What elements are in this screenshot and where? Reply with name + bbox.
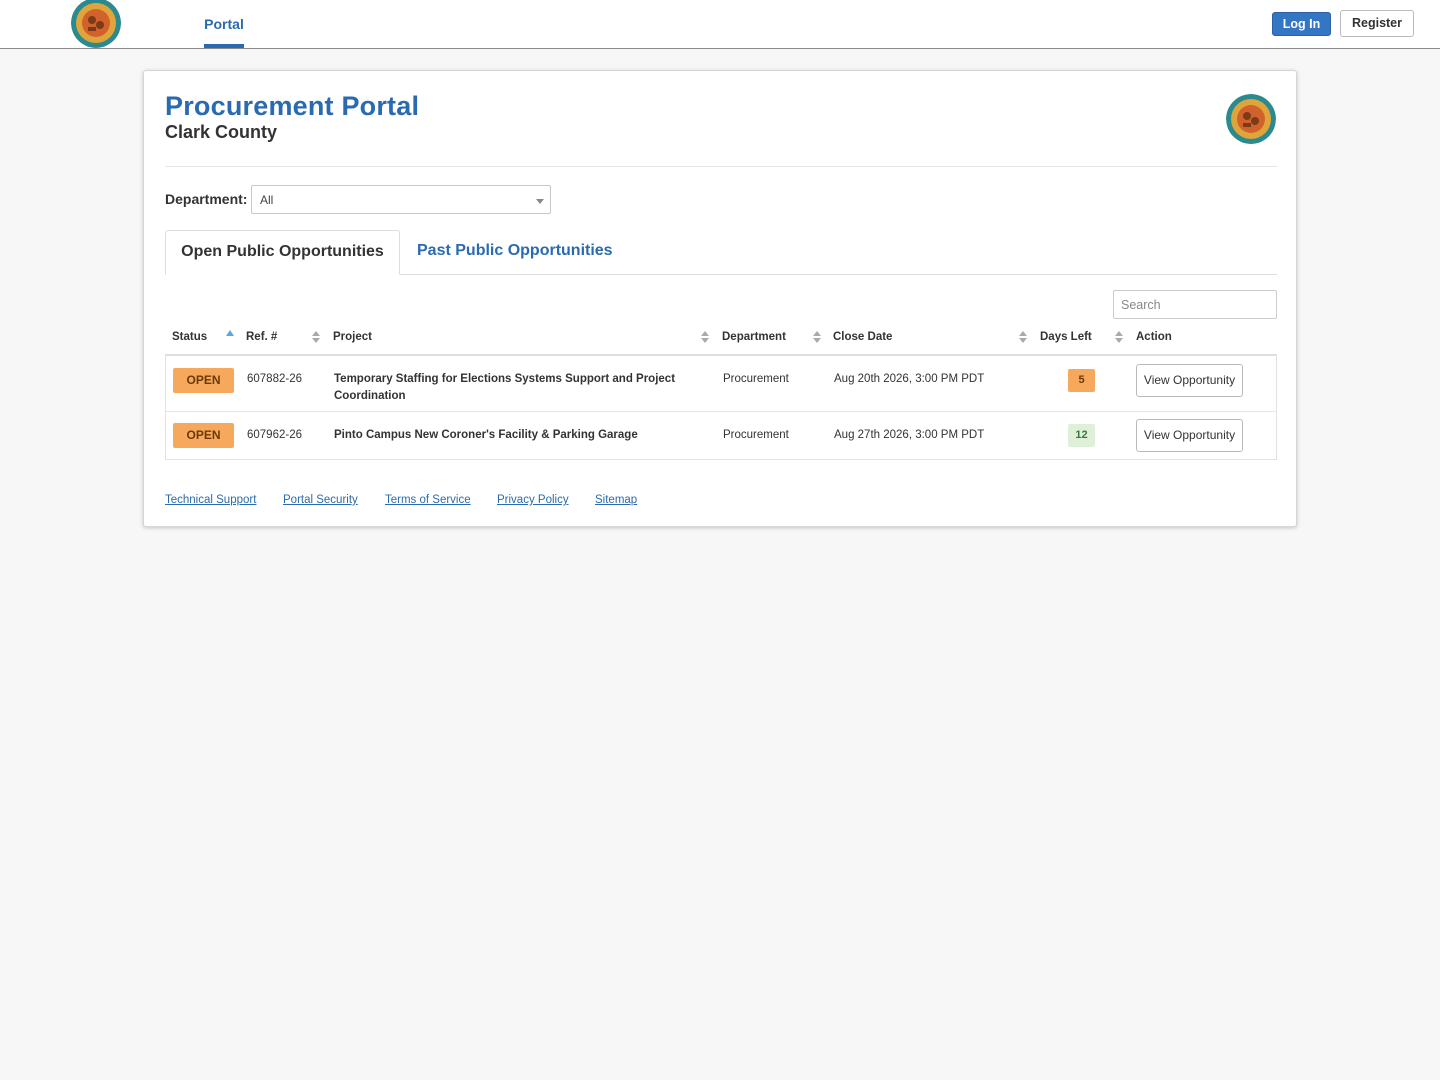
column-header-project[interactable]: Project [333, 331, 372, 343]
chevron-down-icon [536, 199, 544, 204]
county-seal-icon [1226, 94, 1276, 144]
view-opportunity-button[interactable]: View Opportunity [1136, 419, 1243, 452]
project-cell: Temporary Staffing for Elections Systems… [334, 371, 704, 405]
column-header-close-date[interactable]: Close Date [833, 331, 892, 343]
department-cell: Procurement [723, 429, 789, 441]
view-opportunity-button[interactable]: View Opportunity [1136, 364, 1243, 397]
department-label: Department: [165, 191, 248, 207]
header-divider [165, 166, 1277, 167]
table-row: OPEN 607882-26 Temporary Staffing for El… [166, 356, 1276, 412]
column-header-days-left[interactable]: Days Left [1040, 331, 1092, 343]
department-cell: Procurement [723, 373, 789, 385]
opportunities-table: OPEN 607882-26 Temporary Staffing for El… [165, 356, 1277, 460]
column-header-ref[interactable]: Ref. # [246, 331, 277, 343]
status-badge: OPEN [173, 423, 234, 448]
close-date-cell: Aug 27th 2026, 3:00 PM PDT [834, 429, 985, 441]
footer-link-terms-of-service[interactable]: Terms of Service [385, 494, 471, 506]
county-seal-icon[interactable] [71, 0, 121, 48]
sort-arrows-icon[interactable] [312, 331, 320, 345]
tab-open-opportunities[interactable]: Open Public Opportunities [165, 230, 400, 275]
register-button[interactable]: Register [1340, 10, 1414, 37]
sort-arrows-icon[interactable] [1115, 331, 1123, 345]
footer-link-technical-support[interactable]: Technical Support [165, 494, 256, 506]
project-line: Temporary Staffing for Elections Systems… [334, 373, 676, 385]
close-date-cell: Aug 20th 2026, 3:00 PM PDT [834, 373, 985, 385]
project-line: Coordination [334, 390, 406, 402]
login-button[interactable]: Log In [1272, 12, 1331, 36]
footer-link-privacy-policy[interactable]: Privacy Policy [497, 494, 569, 506]
days-left-badge: 5 [1068, 369, 1095, 392]
footer-link-sitemap[interactable]: Sitemap [595, 494, 637, 506]
days-left-badge: 12 [1068, 424, 1095, 447]
page-title: Procurement Portal [165, 91, 420, 121]
status-badge: OPEN [173, 368, 234, 393]
ref-cell: 607882-26 [247, 373, 302, 385]
sort-arrows-icon[interactable] [1019, 331, 1027, 345]
portal-card: Procurement Portal Clark County Departme… [143, 70, 1297, 527]
ref-cell: 607962-26 [247, 429, 302, 441]
tab-past-opportunities[interactable]: Past Public Opportunities [417, 230, 613, 275]
footer-link-portal-security[interactable]: Portal Security [283, 494, 358, 506]
search-input[interactable] [1113, 290, 1277, 319]
sort-arrows-icon[interactable] [701, 331, 709, 345]
table-row: OPEN 607962-26 Pinto Campus New Coroner'… [166, 412, 1276, 459]
project-cell: Pinto Campus New Coroner's Facility & Pa… [334, 429, 638, 441]
sort-arrows-icon[interactable] [813, 331, 821, 345]
top-nav-bar: Portal Log In Register [0, 0, 1440, 49]
column-header-department[interactable]: Department [722, 331, 786, 343]
nav-tab-portal[interactable]: Portal [204, 0, 244, 48]
department-select-value: All [260, 193, 274, 207]
department-select[interactable]: All [251, 185, 551, 214]
page-subtitle: Clark County [165, 122, 278, 142]
column-header-action: Action [1136, 331, 1172, 343]
column-header-status[interactable]: Status [172, 331, 207, 343]
sort-ascending-icon[interactable] [226, 330, 234, 336]
